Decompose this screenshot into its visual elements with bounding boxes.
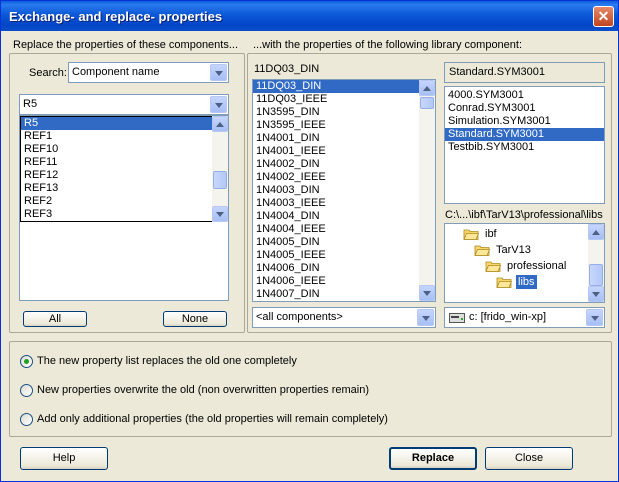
list-item[interactable]: REF13 [21,182,212,195]
list-item[interactable]: 1N4005_IEEE [253,249,420,262]
left-group-label: Replace the properties of these componen… [13,39,239,51]
list-item[interactable]: 1N4001_IEEE [253,145,420,158]
list-item[interactable]: 1N4002_IEEE [253,171,420,184]
list-item[interactable]: REF10 [21,143,212,156]
list-item[interactable]: Conrad.SYM3001 [445,102,604,115]
scroll-down-icon[interactable] [419,285,435,301]
scroll-down-icon[interactable] [212,206,228,222]
component-list-dropdown: R5 REF1 REF10 REF11 REF12 REF13 REF2 REF3 [20,116,213,222]
chevron-down-icon[interactable] [586,309,603,326]
search-combo-value: Component name [72,66,160,78]
overwrite-label: New properties overwrite the old (non ov… [37,384,369,396]
folder-icon [496,277,512,288]
chevron-down-icon[interactable] [210,96,227,113]
scroll-down-icon[interactable] [588,286,604,302]
list-item[interactable]: 1N3595_DIN [253,106,420,119]
radio-selected-icon[interactable] [20,355,33,368]
list-item[interactable]: 1N4004_DIN [253,210,420,223]
scroll-up-icon[interactable] [212,116,228,132]
components-filter-value: <all components> [256,311,343,323]
drive-combo[interactable]: c: [frido_win-xp] [444,307,605,328]
search-combo[interactable]: Component name [68,62,229,83]
list-item[interactable]: 11DQ03_DIN [253,80,420,93]
component-list[interactable]: R5 REF1 REF10 REF11 REF12 REF13 REF2 REF3 [19,115,229,301]
library-value-field: Standard.SYM3001 [444,62,605,83]
list-item[interactable]: REF11 [21,156,212,169]
right-group-label: ...with the properties of the following … [253,39,523,51]
folder-icon [474,245,490,256]
replace-button[interactable]: Replace [389,447,477,470]
chevron-down-icon[interactable] [210,64,227,81]
folder-tree[interactable]: ibf TarV13 professional libs [444,223,605,303]
close-button[interactable]: Close [485,447,573,470]
help-button[interactable]: Help [20,447,108,470]
radio-icon[interactable] [20,384,33,397]
folder-icon [485,261,501,272]
library-value: Standard.SYM3001 [449,66,546,78]
component-value: 11DQ03_DIN [254,63,320,75]
none-button[interactable]: None [163,311,227,327]
list-item[interactable]: 1N4003_IEEE [253,197,420,210]
list-item[interactable]: 4000.SYM3001 [445,89,604,102]
list-item[interactable]: 11DQ03_IEEE [253,93,420,106]
components-filter-combo[interactable]: <all components> [252,307,436,328]
list-item[interactable]: 1N4006_IEEE [253,275,420,288]
list-item[interactable]: REF12 [21,169,212,182]
list-item[interactable]: 1N4002_DIN [253,158,420,171]
close-window-button[interactable]: ✕ [593,6,614,27]
search-label: Search: [29,67,67,79]
list-item[interactable]: 1N3595_IEEE [253,119,420,132]
window-title: Exchange- and replace- properties [9,9,223,24]
library-component-list[interactable]: 11DQ03_DIN 11DQ03_IEEE 1N3595_DIN 1N3595_IE… [252,79,436,302]
tree-item-label: TarV13 [496,244,531,256]
list-item[interactable]: R5 [21,117,212,130]
list-item[interactable]: Testbib.SYM3001 [445,141,604,154]
scroll-thumb[interactable] [213,171,227,189]
list-item[interactable]: 1N4004_IEEE [253,223,420,236]
scroll-up-icon[interactable] [588,224,604,240]
radio-icon[interactable] [20,413,33,426]
add-only-label: Add only additional properties (the old … [37,413,388,425]
library-list[interactable]: 4000.SYM3001 Conrad.SYM3001 Simulation.SYM… [444,86,605,204]
drive-icon [449,313,465,323]
list-item[interactable]: 1N4003_DIN [253,184,420,197]
list-item[interactable]: 1N4001_DIN [253,132,420,145]
component-list-scrollbar[interactable] [212,116,228,222]
scroll-up-icon[interactable] [419,80,435,96]
list-item[interactable]: 1N4007_DIN [253,288,420,301]
library-path: C:\...\ibf\TarV13\professional\libs [445,209,603,221]
drive-value: c: [frido_win-xp] [469,311,547,323]
dialog-window: Exchange- and replace- properties ✕ Repl… [0,0,619,482]
list-item[interactable]: REF2 [21,195,212,208]
all-button[interactable]: All [23,311,87,327]
list-item[interactable]: Standard.SYM3001 [445,128,604,141]
tree-item-label: ibf [485,228,497,240]
scroll-thumb[interactable] [420,97,434,109]
scroll-thumb[interactable] [589,264,603,286]
list-item[interactable]: Simulation.SYM3001 [445,115,604,128]
folder-tree-scrollbar[interactable] [588,224,604,302]
folder-icon [463,229,479,240]
filter-combo-value: R5 [23,98,38,110]
title-bar[interactable]: Exchange- and replace- properties ✕ [1,1,618,31]
library-component-scrollbar[interactable] [419,80,435,301]
list-item[interactable]: 1N4006_DIN [253,262,420,275]
list-item[interactable]: 1N4005_DIN [253,236,420,249]
tree-item-label: libs [516,275,537,289]
chevron-down-icon[interactable] [417,309,434,326]
replace-all-label: The new property list replaces the old o… [37,355,297,367]
list-item[interactable]: REF1 [21,130,212,143]
list-item[interactable]: REF3 [21,208,212,221]
filter-combo[interactable]: R5 [19,94,229,115]
tree-item-label: professional [507,260,567,272]
